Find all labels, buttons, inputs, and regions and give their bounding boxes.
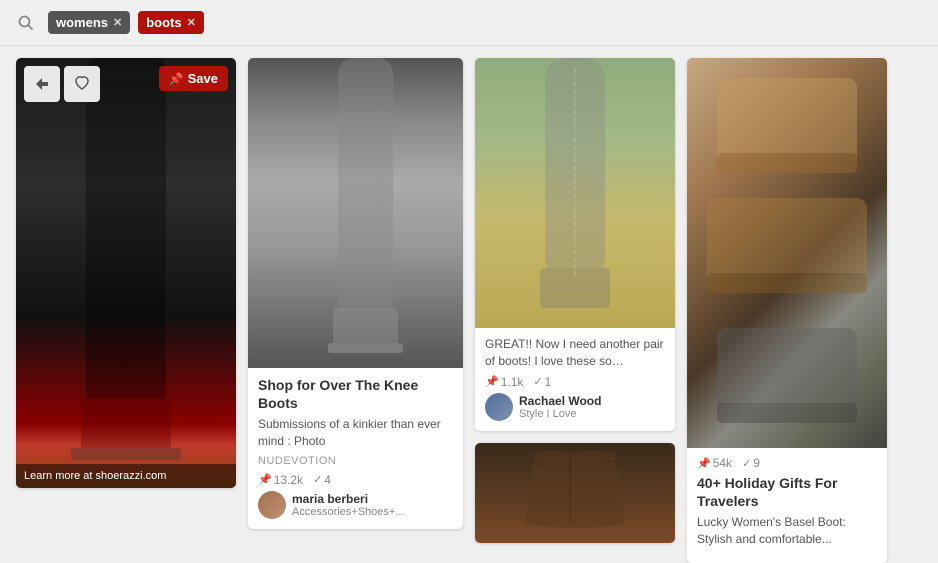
maria-avatar — [258, 491, 286, 519]
action-icons — [24, 66, 100, 102]
maria-name: maria berberi — [292, 492, 405, 506]
column-3: GREAT!! Now I need another pair of boots… — [475, 58, 675, 543]
pin-stat-icon: 📌 — [258, 473, 272, 486]
card-tall-grey: GREAT!! Now I need another pair of boots… — [475, 58, 675, 431]
likes-count-2: 1 — [545, 375, 552, 389]
tag-boots[interactable]: boots ✕ — [138, 11, 204, 34]
likes-stat: ✓ 4 — [313, 473, 331, 487]
saves-count-3: 54k — [713, 456, 732, 470]
over-knee-title: Shop for Over The Knee Boots — [258, 376, 453, 412]
gifts-desc: Lucky Women's Basel Boot: Stylish and co… — [697, 514, 877, 548]
over-knee-stats: 📌 13.2k ✓ 4 — [258, 473, 453, 487]
card-ankle-boots-image[interactable] — [687, 58, 887, 448]
rachael-meta: Rachael Wood Style I Love — [485, 393, 665, 421]
card-brown-jacket — [475, 443, 675, 543]
save-overlay: 📌 Save — [159, 66, 228, 91]
tag-womens-label: womens — [56, 15, 108, 30]
share-button[interactable] — [24, 66, 60, 102]
likes-count: 4 — [324, 473, 331, 487]
tag-boots-remove[interactable]: ✕ — [187, 16, 196, 29]
saves-count-2: 1.1k — [501, 375, 524, 389]
card-tall-grey-body: GREAT!! Now I need another pair of boots… — [475, 328, 675, 431]
check-stat-icon-2: ✓ — [533, 375, 542, 388]
card-overlay-text: Learn more at shoerazzi.com — [16, 464, 236, 488]
tall-grey-stats: 📌 1.1k ✓ 1 — [485, 375, 665, 389]
tag-womens[interactable]: womens ✕ — [48, 11, 130, 34]
heart-button[interactable] — [64, 66, 100, 102]
card-tall-grey-image[interactable] — [475, 58, 675, 328]
likes-stat-3: ✓ 9 — [742, 456, 760, 470]
check-stat-icon-3: ✓ — [742, 457, 751, 470]
great-text: GREAT!! Now I need another pair of boots… — [485, 336, 665, 370]
maria-meta-text: maria berberi Accessories+Shoes+... — [292, 492, 405, 518]
topbar: womens ✕ boots ✕ — [0, 0, 938, 46]
saves-stat: 📌 13.2k — [258, 473, 303, 487]
gifts-title: 40+ Holiday Gifts For Travelers — [697, 474, 877, 510]
check-stat-icon: ✓ — [313, 473, 322, 486]
likes-stat-2: ✓ 1 — [533, 375, 551, 389]
ankle-boots-stats: 📌 54k ✓ 9 — [697, 456, 877, 470]
rachael-meta-text: Rachael Wood Style I Love — [519, 394, 601, 420]
pin-stat-icon-2: 📌 — [485, 375, 499, 388]
pin-icon: 📌 — [169, 72, 184, 86]
over-knee-source: NUDEVOTION — [258, 455, 453, 467]
over-knee-meta: maria berberi Accessories+Shoes+... — [258, 491, 453, 519]
column-4: 📌 54k ✓ 9 40+ Holiday Gifts For Traveler… — [687, 58, 887, 563]
column-2: Shop for Over The Knee Boots Submissions… — [248, 58, 463, 529]
rachael-name: Rachael Wood — [519, 394, 601, 408]
over-knee-desc: Submissions of a kinkier than ever mind … — [258, 416, 453, 450]
card-ankle-boots: 📌 54k ✓ 9 40+ Holiday Gifts For Traveler… — [687, 58, 887, 563]
overlay-text: Learn more at shoerazzi.com — [24, 470, 166, 482]
main-content: 📌 Save Learn more at shoerazzi.com — [0, 46, 938, 563]
save-label: Save — [188, 71, 218, 86]
card-brown-jacket-image[interactable] — [475, 443, 675, 543]
card-over-knee: Shop for Over The Knee Boots Submissions… — [248, 58, 463, 529]
save-button[interactable]: 📌 Save — [159, 66, 228, 91]
likes-count-3: 9 — [753, 456, 760, 470]
card-thigh-boots-image[interactable]: 📌 Save Learn more at shoerazzi.com — [16, 58, 236, 488]
saves-stat-3: 📌 54k — [697, 456, 732, 470]
column-1: 📌 Save Learn more at shoerazzi.com — [16, 58, 236, 488]
saves-count: 13.2k — [274, 473, 303, 487]
card-over-knee-body: Shop for Over The Knee Boots Submissions… — [248, 368, 463, 529]
card-ankle-boots-body: 📌 54k ✓ 9 40+ Holiday Gifts For Traveler… — [687, 448, 887, 563]
rachael-avatar — [485, 393, 513, 421]
rachael-sub: Style I Love — [519, 408, 601, 420]
pin-stat-icon-3: 📌 — [697, 457, 711, 470]
saves-stat-2: 📌 1.1k — [485, 375, 523, 389]
maria-sub: Accessories+Shoes+... — [292, 506, 405, 518]
tag-womens-remove[interactable]: ✕ — [113, 16, 122, 29]
card-thigh-boots: 📌 Save Learn more at shoerazzi.com — [16, 58, 236, 488]
tag-boots-label: boots — [146, 15, 181, 30]
search-icon[interactable] — [12, 9, 40, 37]
card-over-knee-image[interactable] — [248, 58, 463, 368]
